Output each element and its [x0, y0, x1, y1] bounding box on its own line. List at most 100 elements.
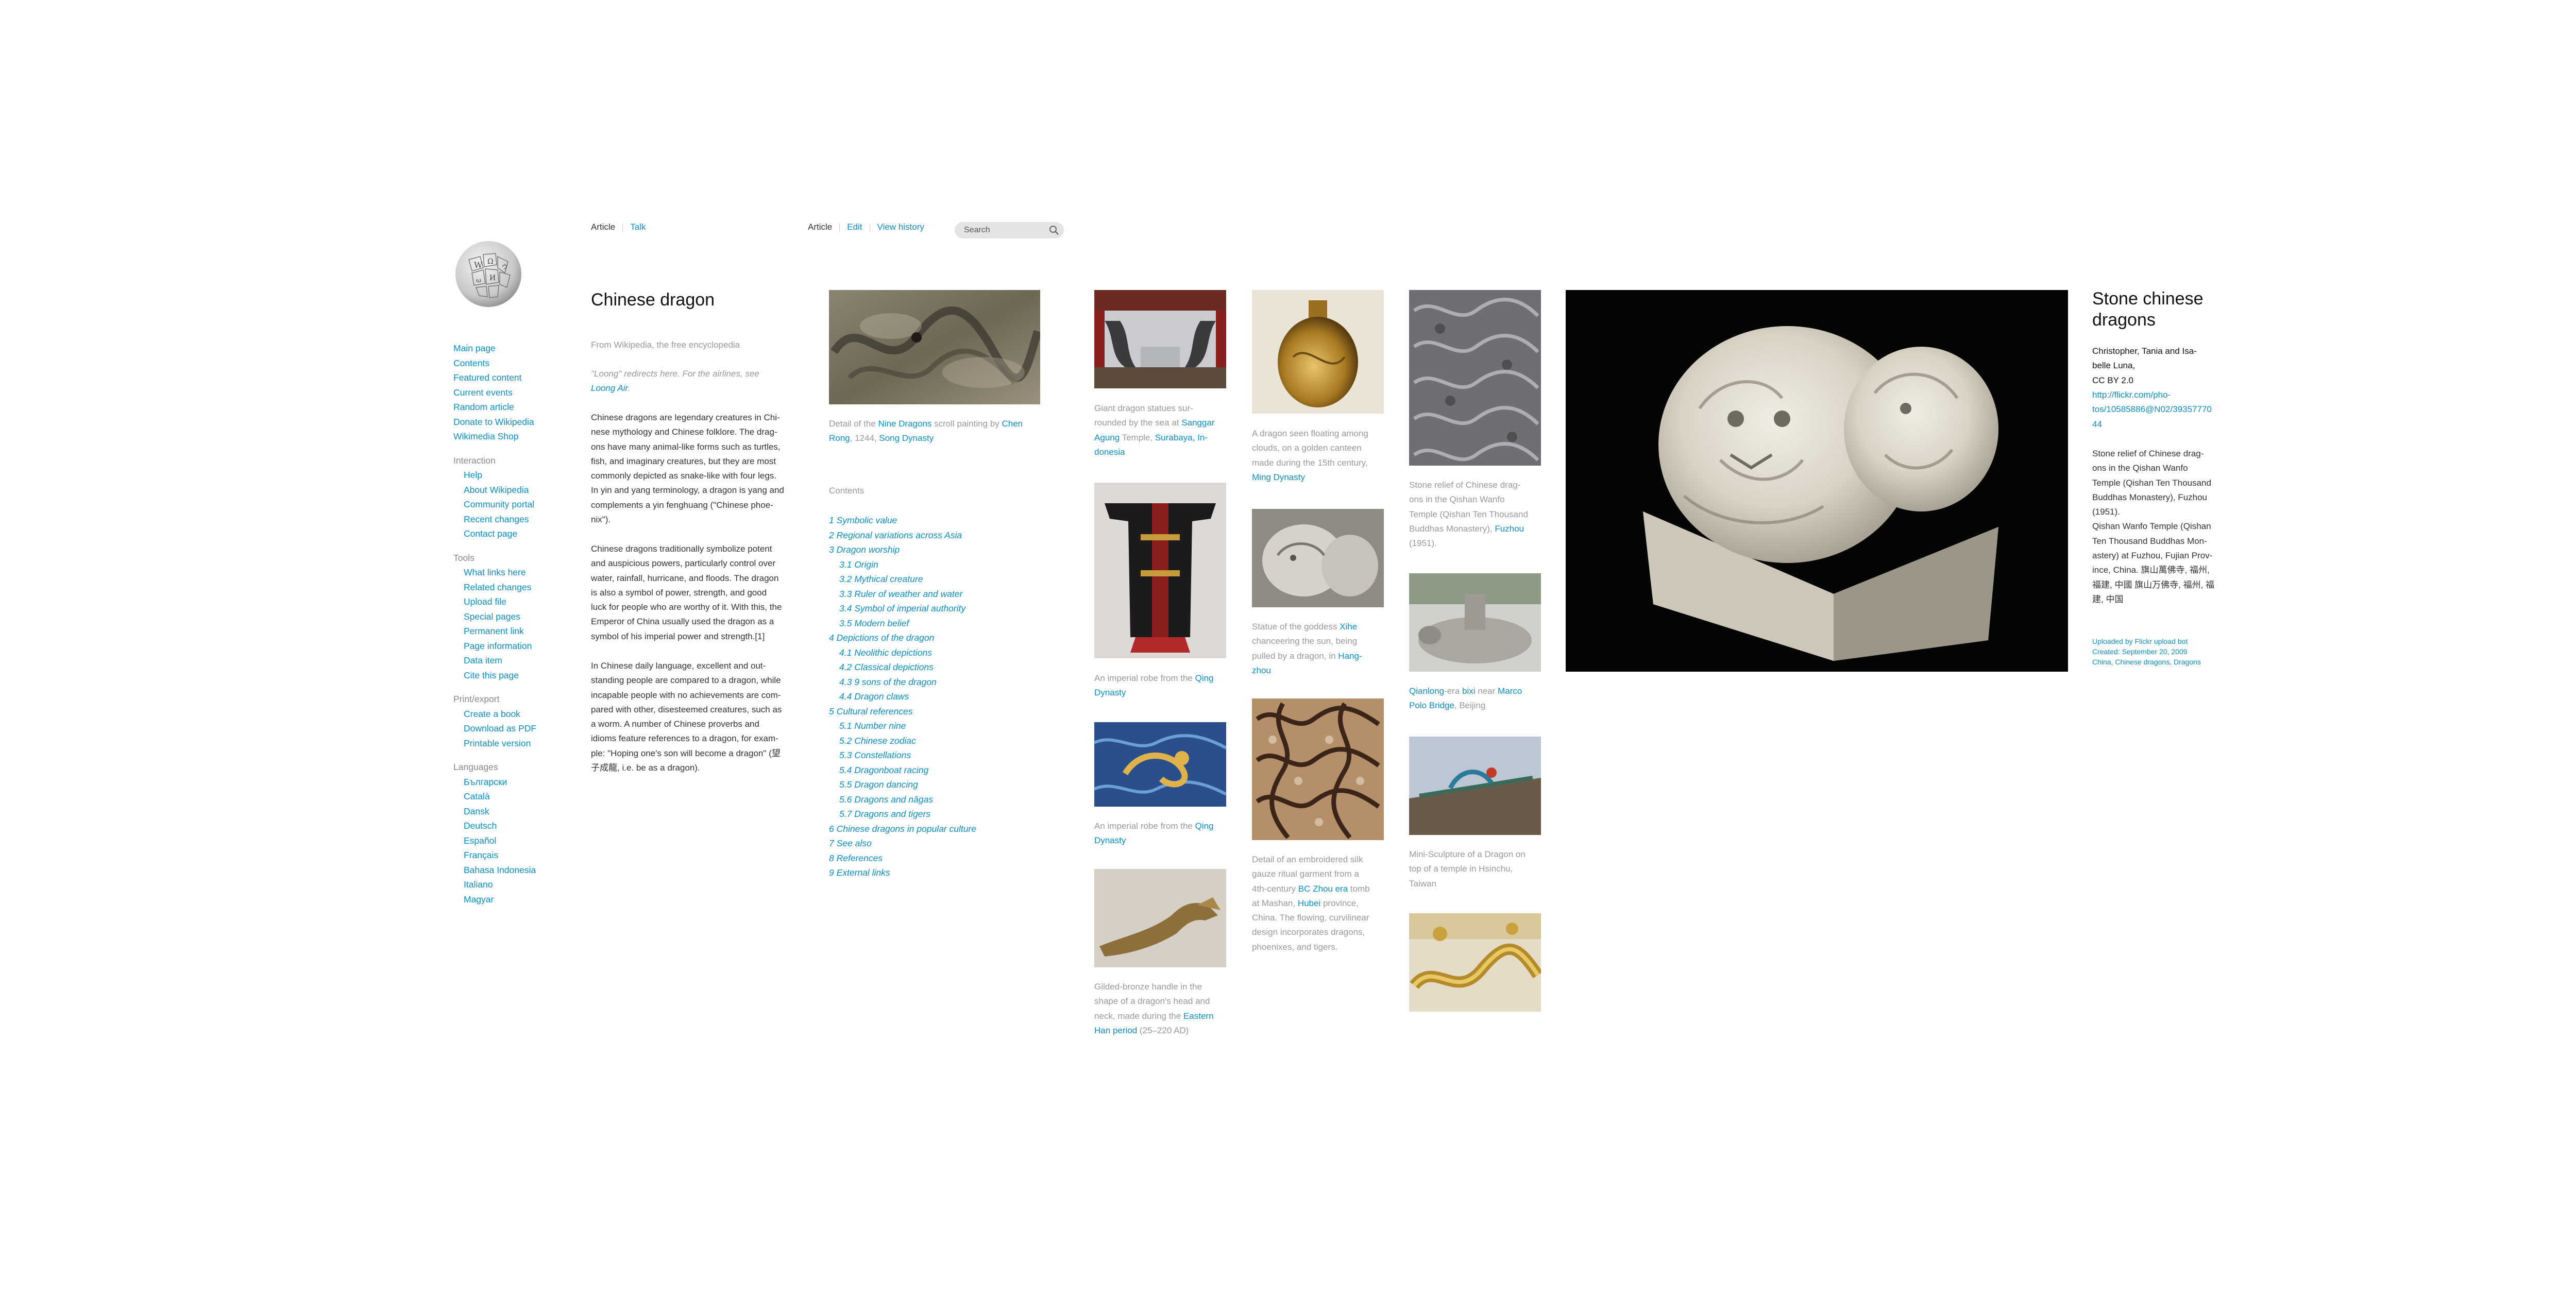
hsinchu-temple-dragon-image[interactable]: [1409, 737, 1541, 835]
link-marco-polo[interactable]: Marco: [1498, 686, 1522, 696]
toc-item[interactable]: 3.3 Ruler of weather and water: [829, 587, 1014, 602]
link-dynasty[interactable]: Dynasty: [1094, 688, 1126, 697]
sidebar-item[interactable]: Wikimedia Shop: [453, 429, 556, 444]
sidebar-language-item[interactable]: Français: [464, 848, 556, 863]
toc-item[interactable]: 9 External links: [829, 865, 1014, 880]
link-qing[interactable]: Qing: [1195, 673, 1214, 683]
toc-item[interactable]: 3.5 Modern belief: [829, 616, 1014, 631]
toc-item[interactable]: 4.2 Classical depictions: [829, 660, 1014, 675]
toc-item[interactable]: 3.2 Mythical creature: [829, 572, 1014, 587]
qing-robe-detail-image[interactable]: [1094, 722, 1226, 807]
nine-dragons-scroll-image[interactable]: [829, 290, 1040, 404]
link-hangzhou[interactable]: Hang-: [1338, 651, 1362, 661]
sidebar-item[interactable]: Donate to Wikipedia: [453, 415, 556, 430]
stone-chinese-dragons-large-image[interactable]: [1566, 290, 2068, 672]
link-indonesia[interactable]: donesia: [1094, 447, 1125, 457]
link-bixi[interactable]: bixi: [1462, 686, 1476, 696]
toc-item[interactable]: 6 Chinese dragons in popular culture: [829, 822, 1014, 837]
toc-item[interactable]: 5.4 Dragonboat racing: [829, 763, 1014, 778]
sidebar-language-item[interactable]: Español: [464, 833, 556, 848]
toc-item[interactable]: 7 See also: [829, 836, 1014, 851]
tab-view-history[interactable]: View history: [877, 222, 924, 232]
sidebar-item[interactable]: Contents: [453, 356, 556, 371]
sidebar-language-item[interactable]: Italiano: [464, 877, 556, 892]
sanggar-agung-dragons-image[interactable]: [1094, 290, 1226, 388]
sidebar-item[interactable]: Recent changes: [464, 512, 556, 527]
sidebar-item[interactable]: Cite this page: [464, 668, 556, 683]
link-surabaya[interactable]: Surabaya, In-: [1155, 433, 1208, 442]
link-hubei[interactable]: Hubei: [1298, 898, 1320, 908]
silk-garment-image[interactable]: [1252, 698, 1384, 840]
golden-dragon-sculpture-image[interactable]: [1409, 913, 1541, 1012]
link-qianlong[interactable]: Qianlong: [1409, 686, 1444, 696]
qing-imperial-robe-image[interactable]: [1094, 483, 1226, 658]
sidebar-item[interactable]: Download as PDF: [464, 721, 556, 736]
sidebar-item[interactable]: Data item: [464, 653, 556, 668]
golden-canteen-image[interactable]: [1252, 290, 1384, 414]
link-hangzhou[interactable]: zhou: [1252, 665, 1271, 675]
link-fuzhou[interactable]: Fuzhou: [1495, 524, 1524, 534]
toc-item[interactable]: 4.1 Neolithic depictions: [829, 645, 1014, 660]
sidebar-item[interactable]: Permanent link: [464, 624, 556, 639]
toc-item[interactable]: 3.4 Symbol of imperial authority: [829, 601, 1014, 616]
toc-item[interactable]: 5.6 Dragons and nāgas: [829, 792, 1014, 807]
search-input[interactable]: Search: [955, 222, 1064, 238]
sidebar-language-item[interactable]: Български: [464, 775, 556, 790]
sidebar-language-item[interactable]: Magyar: [464, 892, 556, 907]
tab-article[interactable]: Article: [591, 222, 615, 232]
toc-item[interactable]: 5.5 Dragon dancing: [829, 777, 1014, 792]
link-xihe[interactable]: Xihe: [1340, 622, 1357, 632]
sidebar-item[interactable]: Printable version: [464, 736, 556, 751]
detail-url[interactable]: http://flickr.com/pho- tos/10585886@N02/…: [2092, 388, 2226, 432]
detail-url-line[interactable]: tos/10585886@N02/39357770: [2092, 404, 2212, 414]
wikipedia-logo[interactable]: W Ω И ウ ω: [453, 239, 523, 309]
toc-item[interactable]: 3.1 Origin: [829, 557, 1014, 572]
sidebar-item[interactable]: What links here: [464, 565, 556, 580]
sidebar-language-item[interactable]: Dansk: [464, 804, 556, 819]
sidebar-item[interactable]: Community portal: [464, 497, 556, 512]
sidebar-item[interactable]: Current events: [453, 385, 556, 400]
link-chen-rong[interactable]: Rong: [829, 433, 850, 443]
toc-item[interactable]: 5 Cultural references: [829, 704, 1014, 719]
toc-item[interactable]: 1 Symbolic value: [829, 513, 1014, 528]
sidebar-language-item[interactable]: Bahasa Indonesia: [464, 863, 556, 878]
link-song-dynasty[interactable]: Song Dynasty: [879, 433, 934, 443]
sidebar-item[interactable]: Featured content: [453, 370, 556, 385]
sidebar-item[interactable]: Contact page: [464, 526, 556, 541]
link-agung[interactable]: Agung: [1094, 433, 1120, 442]
bronze-dragon-handle-image[interactable]: [1094, 869, 1226, 967]
sidebar-item[interactable]: Create a book: [464, 707, 556, 722]
xihe-statue-image[interactable]: [1252, 509, 1384, 607]
detail-uploaded-by[interactable]: Uploaded by Flickr upload bot: [2092, 636, 2231, 646]
link-nine-dragons[interactable]: Nine Dragons: [878, 419, 931, 429]
search-icon[interactable]: [1048, 225, 1060, 236]
toc-item[interactable]: 5.7 Dragons and tigers: [829, 807, 1014, 822]
sidebar-item[interactable]: Help: [464, 468, 556, 483]
stone-relief-image[interactable]: [1409, 290, 1541, 466]
sidebar-language-item[interactable]: Català: [464, 789, 556, 804]
toc-item[interactable]: 5.1 Number nine: [829, 719, 1014, 733]
tab-talk[interactable]: Talk: [630, 222, 646, 232]
link-han-period[interactable]: Han period: [1094, 1026, 1137, 1035]
link-qing[interactable]: Qing: [1195, 821, 1214, 831]
tab-article-view[interactable]: Article: [808, 222, 832, 232]
hatnote-link[interactable]: Loong Air: [591, 383, 628, 393]
bixi-statue-image[interactable]: [1409, 573, 1541, 672]
link-chen-rong[interactable]: Chen: [1002, 419, 1023, 429]
sidebar-item[interactable]: Related changes: [464, 580, 556, 595]
toc-item[interactable]: 4.3 9 sons of the dragon: [829, 675, 1014, 690]
toc-item[interactable]: 3 Dragon worship: [829, 542, 1014, 557]
tab-edit[interactable]: Edit: [847, 222, 862, 232]
sidebar-item[interactable]: About Wikipedia: [464, 483, 556, 498]
detail-url-line[interactable]: 44: [2092, 419, 2102, 429]
toc-item[interactable]: 4.4 Dragon claws: [829, 689, 1014, 704]
link-sanggar[interactable]: Sanggar: [1181, 418, 1214, 428]
link-ming-dynasty[interactable]: Ming Dynasty: [1252, 472, 1305, 482]
link-polo-bridge[interactable]: Polo Bridge: [1409, 701, 1454, 710]
link-zhou-era[interactable]: BC Zhou era: [1298, 884, 1348, 894]
link-eastern[interactable]: Eastern: [1183, 1011, 1214, 1021]
link-dynasty[interactable]: Dynasty: [1094, 835, 1126, 845]
sidebar-item[interactable]: Special pages: [464, 609, 556, 624]
sidebar-item[interactable]: Upload file: [464, 594, 556, 609]
detail-url-line[interactable]: http://flickr.com/pho-: [2092, 390, 2171, 400]
